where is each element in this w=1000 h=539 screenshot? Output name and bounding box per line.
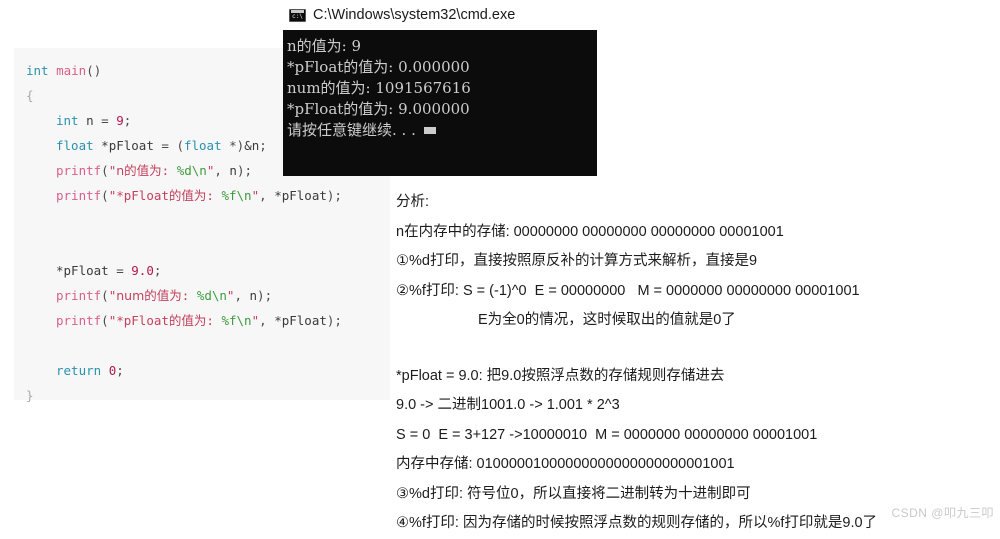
console-cursor [423,127,436,134]
code-token: &n [244,138,260,153]
code-line: *pFloat = 9.0; [14,258,390,283]
code-token: n [229,163,237,178]
code-token: 的值为 [168,188,207,203]
console-titlebar[interactable]: C:\Windows\system32\cmd.exe [283,0,597,30]
code-token: = [116,263,132,278]
code-token: { [26,88,34,103]
code-token: %f\n [221,313,252,328]
code-token: n [78,113,102,128]
code-line: printf("num的值为: %d\n", n); [14,283,390,308]
code-token: int [26,63,57,78]
code-line: } [14,383,390,408]
analysis-gap [396,336,996,362]
code-token: , [234,288,250,303]
code-token: "*pFloat [108,313,169,328]
code-token: " [251,313,260,328]
console-line: num的值为: 1091567616 [287,79,471,97]
code-token: 的值为 [168,313,207,328]
code-token: printf [56,313,102,328]
code-token: main [56,63,87,78]
code-token: 9.0 [131,263,154,278]
code-token: ( [101,163,109,178]
code-line: printf("*pFloat的值为: %f\n", *pFloat); [14,183,390,208]
analysis-line: E为全0的情况，这时候取出的值就是0了 [478,312,736,328]
console-line: *pFloat的值为: 9.000000 [287,100,470,118]
code-token: ; [259,138,267,153]
analysis-line: S = 0 E = 3+127 ->10000010 M = 0000000 0… [396,426,818,443]
code-token: *pFloat [274,188,327,203]
code-token: ); [257,288,273,303]
analysis-line: 内存中存储: 01000001000000000000000000001001 [396,456,735,472]
code-token: = [161,138,177,153]
code-token: ( [176,138,184,153]
code-token: ; [123,113,132,128]
analysis-line: *pFloat = 9.0: 把9.0按照浮点数的存储规则存储进去 [396,367,725,384]
code-token: 9 [116,113,124,128]
csdn-watermark: CSDN @叩九三叩 [891,506,994,520]
code-token: printf [56,188,102,203]
code-token: " [251,188,260,203]
code-line: printf("*pFloat的值为: %f\n", *pFloat); [14,308,390,333]
code-token: } [26,388,34,403]
analysis-line: 分析: [396,194,430,210]
code-token: () [86,63,102,78]
code-token: : [206,188,222,203]
code-token: ); [236,163,253,178]
code-token: , [259,313,275,328]
console-lines: n的值为: 9 *pFloat的值为: 0.000000 num的值为: 10915… [285,36,597,141]
analysis-line: n在内存中的存储: 00000000 00000000 00000000 000… [396,223,784,240]
code-token: ( [101,188,109,203]
code-token: n的值为 [116,163,162,178]
code-token: : [181,288,197,303]
code-token: = [101,113,117,128]
code-token: ); [326,313,342,328]
code-token: ; [116,363,124,378]
code-token: printf [56,288,102,303]
code-token: float [183,138,222,153]
code-token: : [161,163,177,178]
analysis-line: ①%d打印，直接按照原反补的计算方式来解析，直接是9 [396,253,758,269]
code-token: %d\n [176,163,207,178]
code-line: return 0; [14,358,390,383]
code-token: , [259,188,275,203]
console-output[interactable]: n的值为: 9 *pFloat的值为: 0.000000 num的值为: 10915… [283,30,597,176]
code-token: *pFloat [93,138,162,153]
code-token: *pFloat [56,263,117,278]
code-token: printf [56,163,102,178]
console-window[interactable]: C:\Windows\system32\cmd.exe n的值为: 9 *pFlo… [283,0,597,176]
console-title: C:\Windows\system32\cmd.exe [313,7,516,23]
console-line: n的值为: 9 [287,37,362,55]
code-token: ( [101,313,109,328]
code-token: ); [326,188,342,203]
code-token: n [249,288,258,303]
code-token: "*pFloat [108,188,169,203]
code-token: *) [221,138,245,153]
code-token: *pFloat [274,313,327,328]
analysis-text: 分析: n在内存中的存储: 00000000 00000000 00000000 … [396,188,996,539]
cmd-exe-icon [289,8,306,22]
analysis-line: ②%f打印: S = (-1)^0 E = 00000000 M = 00000… [396,282,860,299]
code-token: int [56,113,79,128]
code-token: : [206,313,222,328]
code-token: ; [153,263,162,278]
code-token: , [214,163,230,178]
code-token: %d\n [196,288,227,303]
console-line: 请按任意键继续. . . [285,120,597,141]
code-token: num的值为 [116,288,182,303]
code-token: ( [101,288,109,303]
console-line: *pFloat的值为: 0.000000 [287,58,470,76]
code-token: %f\n [221,188,252,203]
code-token: float [56,138,94,153]
code-token: return [56,363,102,378]
analysis-line: 9.0 -> 二进制1001.0 -> 1.001 * 2^3 [396,397,620,413]
